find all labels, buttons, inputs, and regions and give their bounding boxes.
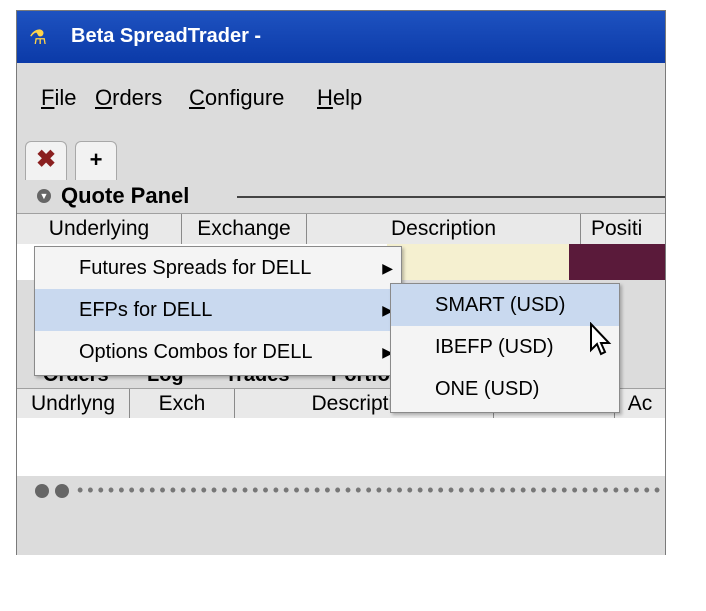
menu-configure[interactable]: Configure bbox=[189, 85, 284, 111]
menu-orders[interactable]: Orders bbox=[95, 85, 162, 111]
submenu-item-smart[interactable]: SMART (USD) bbox=[391, 284, 619, 326]
splitter-dots: ••••••••••••••••••••••••••••••••••••••••… bbox=[77, 480, 665, 500]
expand-down-icon[interactable] bbox=[55, 484, 69, 498]
menu-help[interactable]: Help bbox=[317, 85, 362, 111]
menu-item-efps[interactable]: EFPs for DELL ▶ bbox=[35, 289, 401, 331]
menu-file[interactable]: File bbox=[41, 85, 76, 111]
torn-edge bbox=[0, 555, 706, 611]
quote-panel-header: ▼ Quote Panel bbox=[17, 181, 665, 213]
col-description[interactable]: Description bbox=[307, 214, 581, 244]
spreadtrader-icon: ⚗ bbox=[29, 27, 47, 49]
col-exchange[interactable]: Exchange bbox=[182, 214, 307, 244]
position-cell[interactable] bbox=[569, 244, 665, 280]
col-action[interactable]: Ac bbox=[615, 389, 665, 419]
page-tabs: ✖ + bbox=[17, 133, 665, 181]
col-position[interactable]: Positi bbox=[581, 214, 665, 244]
quote-panel-label: Quote Panel bbox=[61, 183, 190, 208]
panel-splitter[interactable]: ••••••••••••••••••••••••••••••••••••••••… bbox=[17, 476, 665, 506]
submenu-item-one[interactable]: ONE (USD) bbox=[391, 368, 619, 410]
context-menu: Futures Spreads for DELL ▶ EFPs for DELL… bbox=[34, 246, 402, 376]
menu-item-futures-spreads[interactable]: Futures Spreads for DELL ▶ bbox=[35, 247, 401, 289]
title-bar[interactable]: ⚗ Beta SpreadTrader - bbox=[17, 11, 665, 63]
col-underlying[interactable]: Underlying bbox=[17, 214, 182, 244]
close-tab-icon[interactable]: ✖ bbox=[25, 141, 67, 180]
expand-up-icon[interactable] bbox=[35, 484, 49, 498]
exchange-submenu: SMART (USD) IBEFP (USD) ONE (USD) bbox=[390, 283, 620, 413]
mouse-cursor-icon bbox=[590, 322, 612, 356]
col-undrlyng[interactable]: Undrlyng bbox=[17, 389, 130, 419]
add-tab-icon[interactable]: + bbox=[75, 141, 117, 180]
collapse-icon[interactable]: ▼ bbox=[37, 189, 51, 203]
submenu-item-ibefp[interactable]: IBEFP (USD) bbox=[391, 326, 619, 368]
menu-item-options-combos[interactable]: Options Combos for DELL ▶ bbox=[35, 331, 401, 373]
menu-bar: File Orders Configure Help bbox=[17, 63, 665, 133]
divider bbox=[237, 196, 665, 198]
orders-row[interactable] bbox=[17, 418, 665, 476]
window-title: Beta SpreadTrader - bbox=[71, 25, 262, 47]
quote-grid-header: Underlying Exchange Description Positi bbox=[17, 213, 665, 245]
col-exch[interactable]: Exch bbox=[130, 389, 235, 419]
quote-cell[interactable] bbox=[387, 244, 569, 280]
